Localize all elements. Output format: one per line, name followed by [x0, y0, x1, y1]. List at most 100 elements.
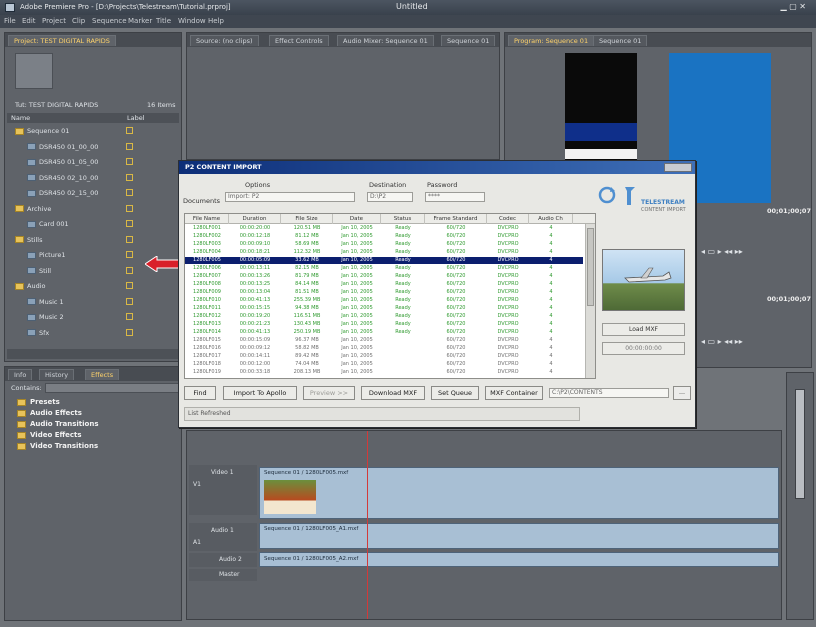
table-row[interactable]: 1280LF006 00:00:13:11 82.15 MB Jan 10, 2005… — [185, 265, 583, 272]
effects-folder[interactable]: Audio Effects — [17, 408, 82, 419]
audio-clip-2[interactable]: Sequence 01 / 1280LF005_A2.mxf — [259, 552, 779, 567]
table-row[interactable]: 1280LF013 00:00:21:23 130.43 MB Jan 10, 200… — [185, 321, 583, 328]
table-row[interactable]: 1280LF007 00:00:13:26 81.79 MB Jan 10, 2005… — [185, 273, 583, 280]
table-row[interactable]: 1280LF017 00:00:14:11 89.42 MB Jan 10, 2005… — [185, 353, 583, 360]
effects-folder[interactable]: Video Transitions — [17, 441, 98, 452]
table-row[interactable]: 1280LF008 00:00:13:25 84.14 MB Jan 10, 2005… — [185, 281, 583, 288]
dialog-window-controls[interactable] — [664, 163, 692, 172]
transport-controls-1[interactable]: ◂ ▭ ▸ ◂◂ ▸▸ — [701, 247, 767, 259]
project-item[interactable]: DSR450 01_05_00 — [27, 156, 145, 168]
effects-folder[interactable]: Video Effects — [17, 430, 82, 441]
effects-panel: Info History Effects Contains: Presets Au… — [4, 366, 182, 621]
menu-help[interactable]: Help — [208, 17, 224, 25]
project-item[interactable]: DSR450 01_00_00 — [27, 141, 145, 153]
scrollbar-thumb[interactable] — [587, 228, 594, 306]
project-item[interactable]: DSR450 02_10_00 — [27, 172, 145, 184]
preview-button[interactable]: Preview >> — [303, 386, 355, 400]
destination-field[interactable]: D:\P2 — [367, 192, 413, 202]
table-row[interactable]: 1280LF001 00:00:20:00 120.51 MB Jan 10, 200… — [185, 225, 583, 232]
col-codec[interactable]: Codec — [487, 214, 529, 224]
project-item[interactable]: Sfx — [27, 327, 145, 339]
tab-audio-mixer[interactable]: Audio Mixer: Sequence 01 — [337, 35, 434, 46]
effects-folder[interactable]: Audio Transitions — [17, 419, 99, 430]
load-mxf-button[interactable]: Load MXF — [602, 323, 685, 336]
project-item[interactable]: Audio — [15, 280, 133, 292]
menu-file[interactable]: File — [4, 17, 16, 25]
menu-edit[interactable]: Edit — [22, 17, 36, 25]
menu-marker[interactable]: Marker — [128, 17, 152, 25]
column-label[interactable]: Label — [127, 114, 145, 122]
col-file-size[interactable]: File Size — [281, 214, 333, 224]
cell-codec: DVCPRO — [497, 313, 519, 319]
tab-effect-controls[interactable]: Effect Controls — [269, 35, 329, 46]
menu-sequence[interactable]: Sequence — [92, 17, 127, 25]
table-row[interactable]: 1280LF016 00:00:09:12 58.82 MB Jan 10, 2005… — [185, 345, 583, 352]
brand-name: TELESTREAM — [641, 199, 685, 206]
col-status[interactable]: Status — [381, 214, 425, 224]
col-audio-ch[interactable]: Audio Ch — [529, 214, 573, 224]
browse-button[interactable]: … — [673, 386, 691, 400]
cell-status: Ready — [395, 233, 411, 239]
table-row[interactable]: 1280LF011 00:00:15:15 94.38 MB Jan 10, 2005… — [185, 305, 583, 312]
clip-list-scrollbar[interactable] — [585, 224, 595, 378]
table-row[interactable]: 1280LF015 00:00:15:09 96.37 MB Jan 10, 2005… — [185, 337, 583, 344]
options-field[interactable]: Import: P2 — [225, 192, 355, 202]
import-to-apollo-button[interactable]: Import To Apollo — [223, 386, 297, 400]
project-item[interactable]: Sequence 01 — [15, 125, 133, 137]
col-file-name[interactable]: File Name — [185, 214, 229, 224]
menu-window[interactable]: Window — [178, 17, 206, 25]
table-row[interactable]: 1280LF012 00:00:19:20 116.51 MB Jan 10, 200… — [185, 313, 583, 320]
tab-source[interactable]: Source: (no clips) — [190, 35, 259, 46]
table-row[interactable]: 1280LF002 00:00:12:18 81.12 MB Jan 10, 2005… — [185, 233, 583, 240]
table-row[interactable]: 1280LF009 00:00:13:04 81.51 MB Jan 10, 2005… — [185, 289, 583, 296]
window-controls[interactable]: ▁ ▢ ✕ — [781, 2, 807, 11]
cell-audio: 4 — [549, 329, 553, 335]
table-row[interactable]: 1280LF014 00:00:41:13 250.19 MB Jan 10, 200… — [185, 329, 583, 336]
mxf-container-button[interactable]: MXF Container — [485, 386, 543, 400]
path-field[interactable]: C:\P2\CONTENTS — [549, 388, 669, 398]
project-item[interactable]: Music 1 — [27, 296, 145, 308]
menu-clip[interactable]: Clip — [72, 17, 85, 25]
cell-size: 81.79 MB — [295, 273, 319, 279]
tab-project[interactable]: Project: TEST DIGITAL RAPIDS — [8, 35, 116, 46]
refresh-icon[interactable] — [597, 185, 617, 205]
col-frame-standard[interactable]: Frame Standard — [425, 214, 487, 224]
find-button[interactable]: Find — [184, 386, 216, 400]
transport-controls-2[interactable]: ◂ ▭ ▸ ◂◂ ▸▸ — [701, 337, 767, 349]
label-swatch — [126, 297, 133, 305]
tab-sequence[interactable]: Sequence 01 — [441, 35, 496, 46]
effects-search-input[interactable] — [45, 383, 179, 393]
tab-program[interactable]: Program: Sequence 01 — [508, 35, 595, 46]
table-row[interactable]: 1280LF005 00:00:05:09 33.62 MB Jan 10, 2005… — [185, 257, 583, 265]
table-row[interactable]: 1280LF018 00:00:12:00 74.04 MB Jan 10, 2005… — [185, 361, 583, 368]
tab-history[interactable]: History — [39, 369, 75, 380]
column-name[interactable]: Name — [11, 114, 30, 122]
video-clip[interactable]: Sequence 01 / 1280LF005.mxf — [259, 467, 779, 519]
table-row[interactable]: 1280LF004 00:00:18:21 112.32 MB Jan 10, 200… — [185, 249, 583, 256]
password-field[interactable]: **** — [425, 192, 485, 202]
set-queue-button[interactable]: Set Queue — [431, 386, 479, 400]
col-date[interactable]: Date — [333, 214, 381, 224]
tab-program-sequence[interactable]: Sequence 01 — [593, 35, 648, 46]
project-panel: Project: TEST DIGITAL RAPIDS Tut: TEST D… — [4, 32, 182, 362]
project-item[interactable]: Picture1 — [27, 249, 145, 261]
effects-folder[interactable]: Presets — [17, 397, 60, 408]
table-row[interactable]: 1280LF019 00:00:33:18 208.13 MB Jan 10, 200… — [185, 369, 583, 376]
project-item[interactable]: Archive — [15, 203, 133, 215]
project-item[interactable]: Still — [27, 265, 145, 277]
tab-effects[interactable]: Effects — [85, 369, 120, 380]
menu-title[interactable]: Title — [156, 17, 171, 25]
menu-project[interactable]: Project — [42, 17, 66, 25]
project-item[interactable]: DSR450 02_15_00 — [27, 187, 145, 199]
table-row[interactable]: 1280LF010 00:00:41:13 255.39 MB Jan 10, 200… — [185, 297, 583, 304]
tab-info[interactable]: Info — [8, 369, 33, 380]
project-item[interactable]: Card 001 — [27, 218, 145, 230]
audio-clip-1[interactable]: Sequence 01 / 1280LF005_A1.mxf — [259, 523, 779, 549]
col-duration[interactable]: Duration — [229, 214, 281, 224]
source-monitor: Source: (no clips) Effect Controls Audio… — [186, 32, 500, 160]
project-item[interactable]: Stills — [15, 234, 133, 246]
project-item[interactable]: Music 2 — [27, 311, 145, 323]
table-row[interactable]: 1280LF003 00:00:09:10 58.69 MB Jan 10, 2005… — [185, 241, 583, 248]
playhead[interactable] — [367, 431, 368, 619]
download-mxf-button[interactable]: Download MXF — [361, 386, 425, 400]
